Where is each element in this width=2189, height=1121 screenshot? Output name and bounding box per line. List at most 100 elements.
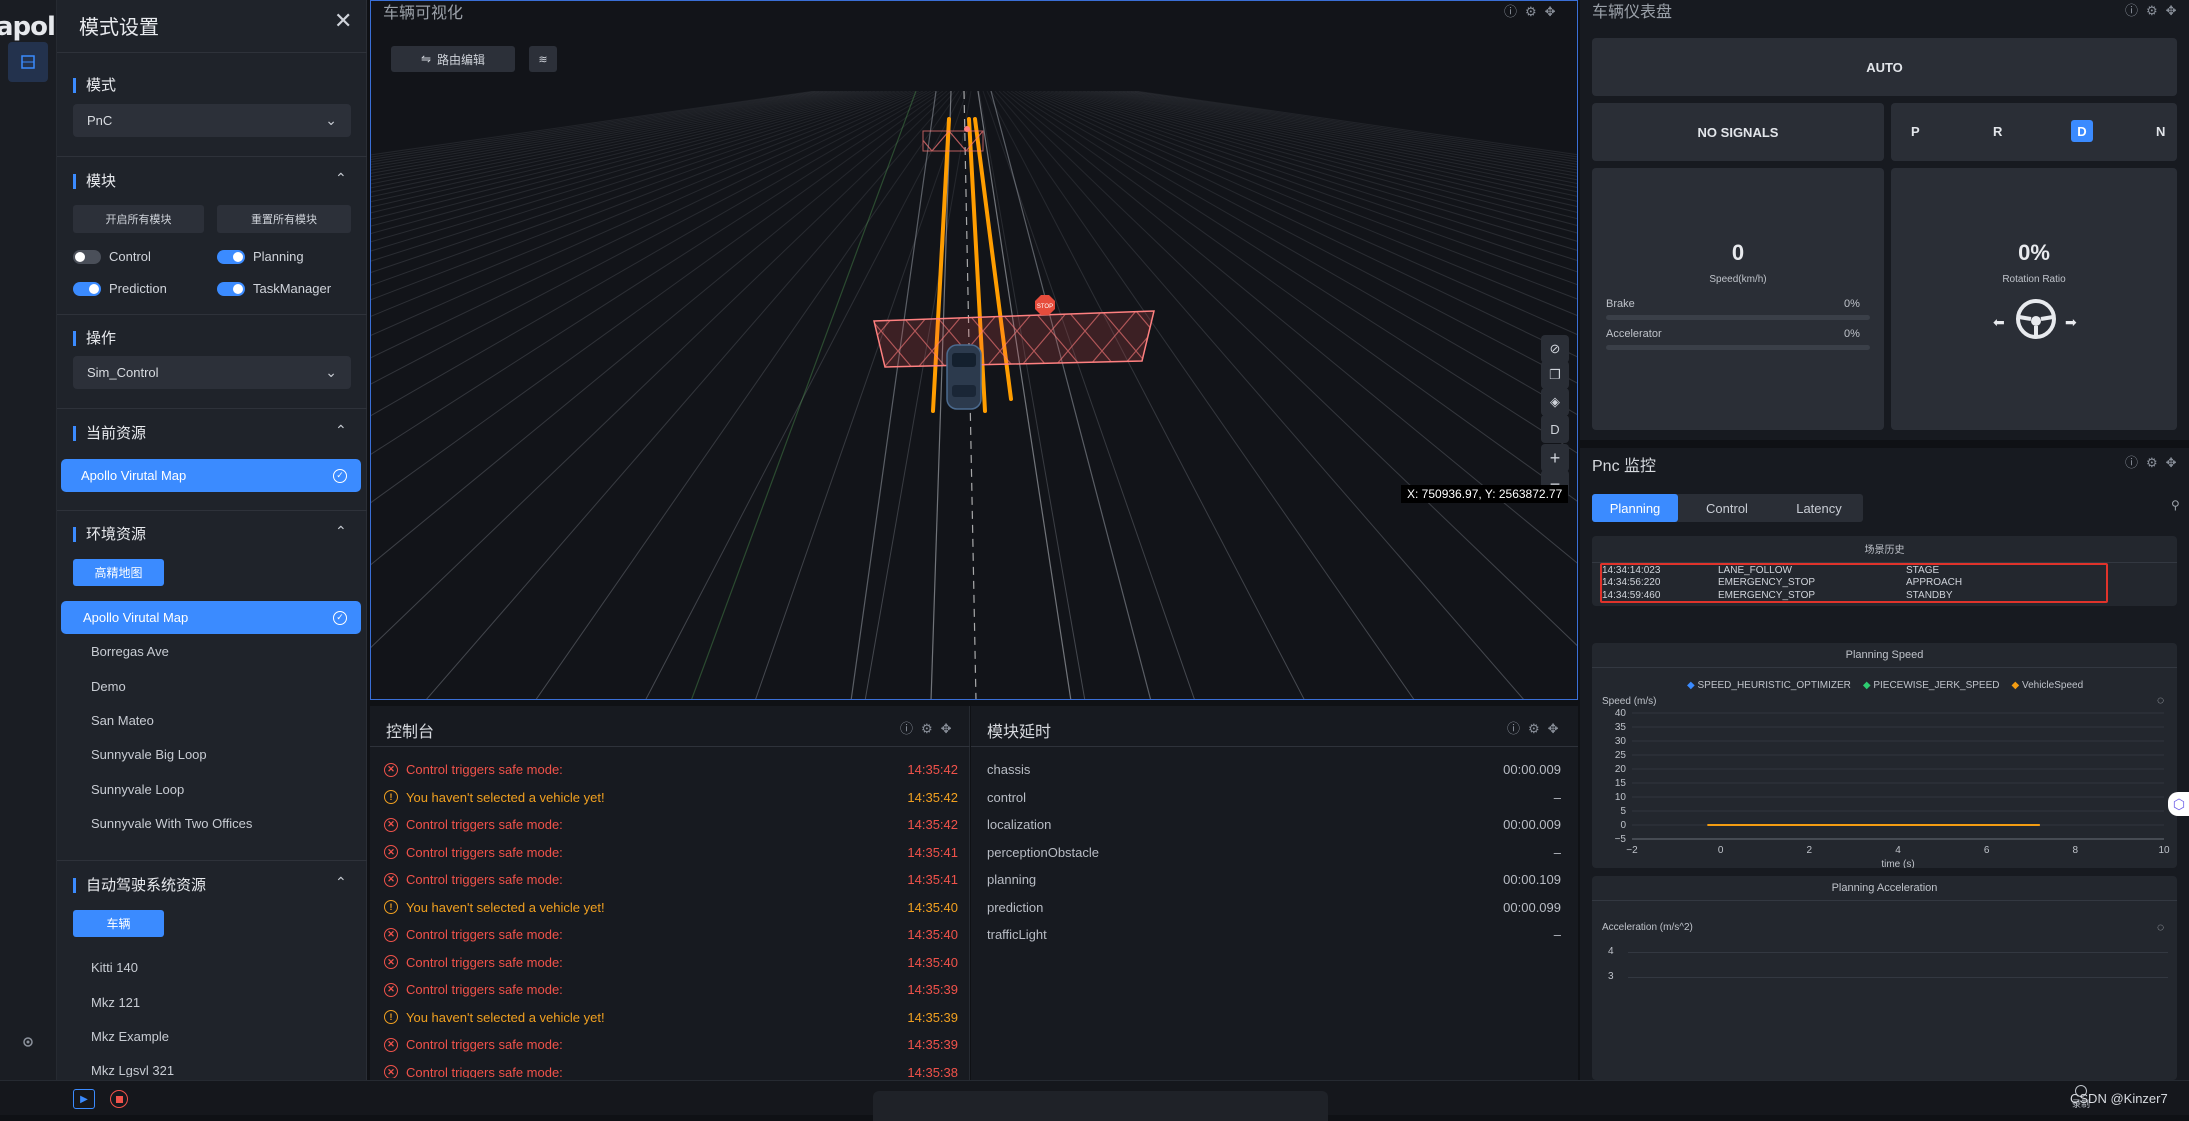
vehicle-tab[interactable]: 车辆 [73, 910, 164, 937]
help-icon[interactable]: ⓘ [2125, 455, 2146, 470]
filter-icon[interactable]: ⚲ [2171, 498, 2180, 512]
latency-row: perceptionObstacle – [987, 839, 1561, 867]
log-time: 14:35:41 [907, 872, 958, 888]
vehicle-item[interactable]: Kitti 140 [91, 960, 138, 975]
vehicle-item[interactable]: Mkz 121 [91, 995, 140, 1010]
fullscreen-icon[interactable]: ✥ [2166, 455, 2185, 470]
log-row[interactable]: ✕ Control triggers safe mode: 14:35:39 [384, 976, 958, 1004]
module-toggle-control[interactable]: Control [73, 248, 151, 266]
fullscreen-icon[interactable]: ✥ [1545, 4, 1564, 19]
gear-r: R [1993, 124, 2003, 139]
x-axis-label: time (s) [1881, 859, 1914, 868]
pnc-header-icons[interactable]: ⓘ⚙✥ [2125, 452, 2185, 471]
module-latency-panel: 模块延时 ⓘ⚙✥ chassis 00:00.009 control – localiz… [971, 706, 1578, 1080]
tab-latency[interactable]: Latency [1776, 494, 1862, 522]
current-resource-item[interactable]: Apollo Virutal Map ✓ [61, 459, 361, 492]
chevron-up-icon[interactable]: ⌃ [335, 170, 347, 187]
log-row[interactable]: ✕ Control triggers safe mode: 14:35:41 [384, 866, 958, 894]
module-toggle-prediction[interactable]: Prediction [73, 280, 167, 298]
map-item[interactable]: Sunnyvale Big Loop [91, 747, 207, 762]
current-resource-title: 当前资源 [73, 426, 146, 441]
vehicle-visualization[interactable]: 车辆可视化 ⓘ⚙✥ ⇋ 路由编辑 ≋ STOP ⊘ ❐ ◈ D + − X: 7… [370, 0, 1578, 700]
dashboard-header-icons[interactable]: ⓘ⚙✥ [2125, 0, 2185, 19]
vehicle-item[interactable]: Mkz Example [91, 1029, 169, 1044]
toggle-switch[interactable] [73, 281, 101, 296]
close-icon[interactable]: ✕ [334, 8, 352, 34]
tab-planning[interactable]: Planning [1592, 494, 1678, 522]
latency-value: 00:00.099 [1503, 899, 1561, 915]
map-item-selected[interactable]: Apollo Virutal Map ✓ [61, 601, 361, 634]
gear-icon[interactable]: ⚙ [2146, 3, 2166, 18]
reset-all-modules-button[interactable]: 重置所有模块 [217, 205, 351, 233]
ruler-button[interactable]: ⊘ [1541, 335, 1569, 363]
warning-icon: ! [384, 790, 398, 805]
log-message: Control triggers safe mode: [406, 817, 563, 833]
log-row[interactable]: ! You haven't selected a vehicle yet! 14:3… [384, 784, 958, 812]
settings-rail-button[interactable] [8, 1022, 48, 1062]
toggle-switch[interactable] [217, 281, 245, 296]
chevron-up-icon[interactable]: ⌃ [335, 874, 347, 891]
console-header-icons[interactable]: ⓘ⚙✥ [900, 718, 960, 737]
chevron-up-icon[interactable]: ⌃ [335, 523, 347, 540]
gear-icon[interactable]: ⚙ [2146, 455, 2166, 470]
log-row[interactable]: ✕ Control triggers safe mode: 14:35:40 [384, 921, 958, 949]
play-button[interactable]: ▶ [73, 1089, 95, 1109]
x-tick-label: 0 [1718, 845, 1724, 856]
help-icon[interactable]: ⓘ [2125, 3, 2146, 18]
log-row[interactable]: ! You haven't selected a vehicle yet! 14:3… [384, 1004, 958, 1032]
help-icon[interactable]: ⓘ [1507, 721, 1528, 736]
signals-card: NO SIGNALS [1592, 103, 1884, 161]
fullscreen-icon[interactable]: ✥ [1548, 721, 1567, 736]
map-item[interactable]: San Mateo [91, 713, 154, 728]
gear-icon[interactable]: ⚙ [921, 721, 941, 736]
layer-button[interactable]: ≋ [529, 46, 557, 72]
module-toggle-planning[interactable]: Planning [217, 248, 304, 266]
stop-record-button[interactable] [110, 1090, 128, 1108]
log-row[interactable]: ✕ Control triggers safe mode: 14:35:40 [384, 949, 958, 977]
view-d-button[interactable]: D [1541, 415, 1569, 443]
log-message: Control triggers safe mode: [406, 872, 563, 888]
module-toggle-taskmanager[interactable]: TaskManager [217, 280, 331, 298]
refresh-icon[interactable]: ◌ [2157, 920, 2164, 934]
console-title: 控制台 [386, 724, 435, 741]
log-row[interactable]: ✕ Control triggers safe mode: 14:35:38 [384, 1059, 958, 1078]
open-all-modules-button[interactable]: 开启所有模块 [73, 205, 204, 233]
copy-view-button[interactable]: ❐ [1541, 361, 1569, 389]
latency-row: trafficLight – [987, 921, 1561, 949]
log-row[interactable]: ✕ Control triggers safe mode: 14:35:41 [384, 839, 958, 867]
mode-select[interactable]: PnC ⌄ [73, 104, 351, 137]
floating-assistant-icon[interactable]: ⬡ [2168, 792, 2189, 816]
tab-control[interactable]: Control [1684, 494, 1770, 522]
fullscreen-icon[interactable]: ✥ [2166, 3, 2185, 18]
latency-header-icons[interactable]: ⓘ⚙✥ [1507, 718, 1567, 737]
gear-icon[interactable]: ⚙ [1528, 721, 1548, 736]
legend-label: SPEED_HEURISTIC_OPTIMIZER [1697, 680, 1851, 691]
gear-icon[interactable]: ⚙ [1525, 4, 1545, 19]
log-row[interactable]: ✕ Control triggers safe mode: 14:35:42 [384, 756, 958, 784]
toggle-switch[interactable] [217, 249, 245, 264]
help-icon[interactable]: ⓘ [1504, 4, 1525, 19]
map-item[interactable]: Sunnyvale Loop [91, 782, 184, 797]
log-row[interactable]: ✕ Control triggers safe mode: 14:35:39 [384, 1031, 958, 1059]
mode-settings-rail-button[interactable] [8, 42, 48, 82]
zoom-in-button[interactable]: + [1541, 444, 1569, 472]
playback-control-bar[interactable] [873, 1091, 1328, 1121]
fullscreen-icon[interactable]: ✥ [941, 721, 960, 736]
log-list[interactable]: ✕ Control triggers safe mode: 14:35:42! You… [384, 756, 958, 1078]
hd-map-tab[interactable]: 高精地图 [73, 559, 164, 586]
coordinates-readout: X: 750936.97, Y: 2563872.77 [1401, 485, 1569, 503]
layer-view-button[interactable]: ◈ [1541, 388, 1569, 416]
log-row[interactable]: ✕ Control triggers safe mode: 14:35:42 [384, 811, 958, 839]
operation-select[interactable]: Sim_Control ⌄ [73, 356, 351, 389]
map-item[interactable]: Demo [91, 679, 126, 694]
help-icon[interactable]: ⓘ [900, 721, 921, 736]
chevron-down-icon: ⌄ [325, 364, 337, 380]
viewport-header-icons[interactable]: ⓘ⚙✥ [1504, 1, 1564, 20]
log-row[interactable]: ! You haven't selected a vehicle yet! 14:3… [384, 894, 958, 922]
map-item[interactable]: Borregas Ave [91, 644, 169, 659]
route-edit-button[interactable]: ⇋ 路由编辑 [391, 46, 515, 72]
toggle-switch[interactable] [73, 249, 101, 264]
chevron-up-icon[interactable]: ⌃ [335, 422, 347, 439]
map-item[interactable]: Sunnyvale With Two Offices [91, 816, 252, 831]
vehicle-item[interactable]: Mkz Lgsvl 321 [91, 1063, 174, 1077]
